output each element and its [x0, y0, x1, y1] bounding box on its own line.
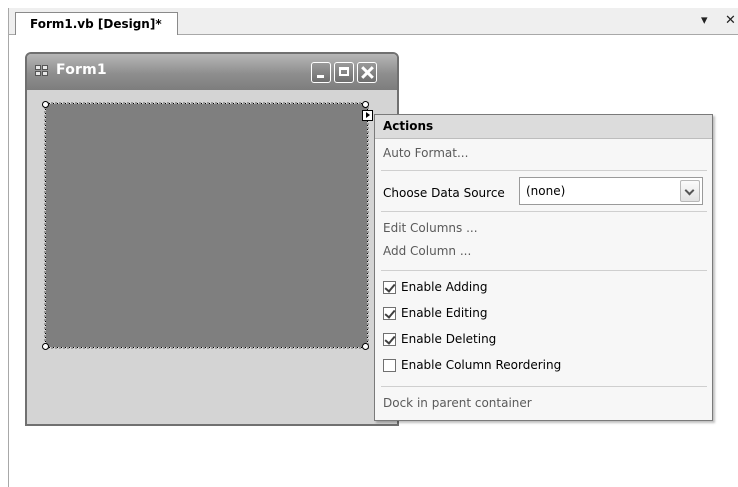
tab-form1-design[interactable]: Form1.vb [Design]* — [15, 12, 178, 36]
smart-tag-glyph-icon[interactable] — [362, 110, 373, 121]
chevron-down-icon[interactable] — [680, 180, 700, 202]
edit-columns-link[interactable]: Edit Columns ... — [383, 221, 478, 235]
checkbox-checked-icon[interactable] — [383, 281, 396, 294]
choose-data-source-label: Choose Data Source — [383, 186, 505, 200]
minimize-button[interactable] — [311, 62, 331, 83]
tab-title: Form1.vb [Design]* — [30, 17, 162, 31]
checkbox-checked-icon[interactable] — [383, 333, 396, 346]
separator — [381, 270, 707, 271]
checkbox-label: Enable Editing — [401, 306, 488, 320]
checkbox-label: Enable Deleting — [401, 332, 497, 346]
resize-handle-top-right[interactable] — [362, 101, 369, 108]
checkbox-checked-icon[interactable] — [383, 307, 396, 320]
data-source-value: (none) — [526, 184, 566, 198]
actions-smart-tag-panel: Actions Auto Format... Choose Data Sourc… — [374, 114, 713, 421]
resize-handle-bottom-right[interactable] — [362, 343, 369, 350]
close-button[interactable] — [357, 62, 377, 83]
checkbox-unchecked-icon[interactable] — [383, 359, 396, 372]
resize-handle-bottom-left[interactable] — [42, 343, 49, 350]
separator — [381, 386, 707, 387]
maximize-button[interactable] — [334, 62, 354, 83]
separator — [381, 211, 707, 212]
checkbox-label: Enable Column Reordering — [401, 358, 562, 372]
document-tab-strip: Form1.vb [Design]* ▾ ✕ — [8, 8, 738, 36]
form-icon — [35, 65, 49, 77]
actions-header: Actions — [375, 115, 712, 139]
checkbox-label: Enable Adding — [401, 280, 488, 294]
window-position-dropdown-icon[interactable]: ▾ — [701, 12, 708, 30]
dock-in-parent-container-link[interactable]: Dock in parent container — [383, 396, 532, 410]
datagridview-control[interactable] — [45, 103, 368, 348]
form-title: Form1 — [56, 62, 107, 78]
close-tab-icon[interactable]: ✕ — [725, 12, 736, 30]
add-column-link[interactable]: Add Column ... — [383, 244, 471, 258]
auto-format-link[interactable]: Auto Format... — [383, 146, 468, 160]
form-titlebar: Form1 — [27, 54, 397, 90]
separator — [381, 170, 707, 171]
resize-handle-top-left[interactable] — [42, 101, 49, 108]
data-source-select[interactable]: (none) — [519, 177, 703, 205]
